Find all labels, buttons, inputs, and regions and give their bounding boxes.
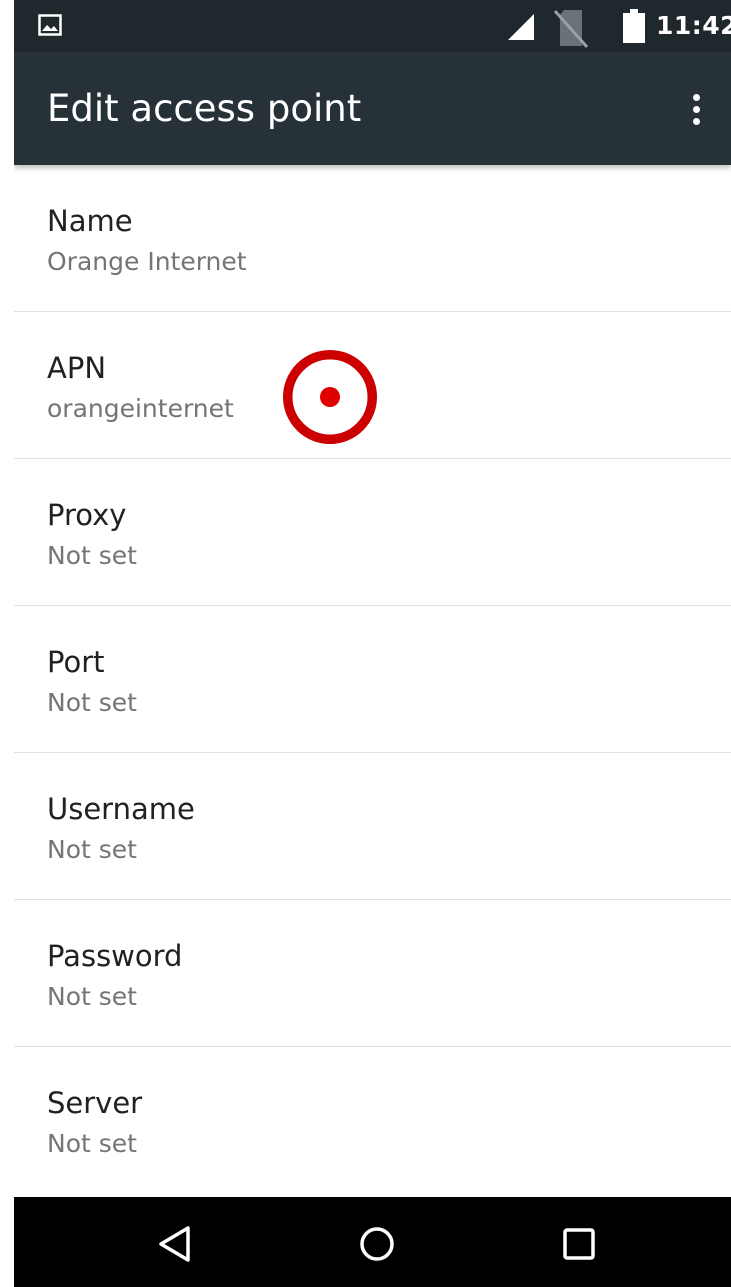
back-icon[interactable] [157, 1224, 193, 1264]
home-icon[interactable] [359, 1226, 395, 1262]
status-time: 11:42 [656, 11, 731, 40]
gallery-icon [38, 14, 62, 36]
pref-title: Proxy [47, 498, 127, 532]
pref-title: Name [47, 204, 133, 238]
preference-list: Name Orange Internet APN orangeinternet … [14, 165, 731, 1194]
no-sim-icon [553, 10, 589, 48]
page-title: Edit access point [47, 87, 362, 130]
battery-icon [623, 9, 645, 43]
pref-summary: Not set [47, 688, 137, 717]
pref-item-server[interactable]: Server Not set [14, 1047, 731, 1194]
navigation-bar [14, 1197, 731, 1287]
recents-icon[interactable] [562, 1227, 596, 1261]
pref-summary: orangeinternet [47, 394, 234, 423]
pref-summary: Orange Internet [47, 247, 247, 276]
touch-indicator-icon [283, 350, 377, 444]
pref-title: Server [47, 1086, 143, 1120]
app-toolbar: Edit access point [14, 52, 731, 165]
pref-summary: Not set [47, 835, 137, 864]
status-bar: 11:42 [14, 0, 731, 52]
pref-title: Username [47, 792, 195, 826]
pref-summary: Not set [47, 1129, 137, 1158]
pref-item-proxy[interactable]: Proxy Not set [14, 459, 731, 606]
pref-summary: Not set [47, 982, 137, 1011]
screen: 11:42 Edit access point Name Orange Inte… [14, 0, 731, 1287]
pref-title: Port [47, 645, 105, 679]
pref-item-password[interactable]: Password Not set [14, 900, 731, 1047]
pref-item-username[interactable]: Username Not set [14, 753, 731, 900]
pref-item-port[interactable]: Port Not set [14, 606, 731, 753]
more-vert-icon[interactable] [678, 88, 714, 132]
pref-title: APN [47, 351, 107, 385]
pref-title: Password [47, 939, 183, 973]
signal-icon [508, 14, 534, 40]
pref-item-name[interactable]: Name Orange Internet [14, 165, 731, 312]
pref-summary: Not set [47, 541, 137, 570]
